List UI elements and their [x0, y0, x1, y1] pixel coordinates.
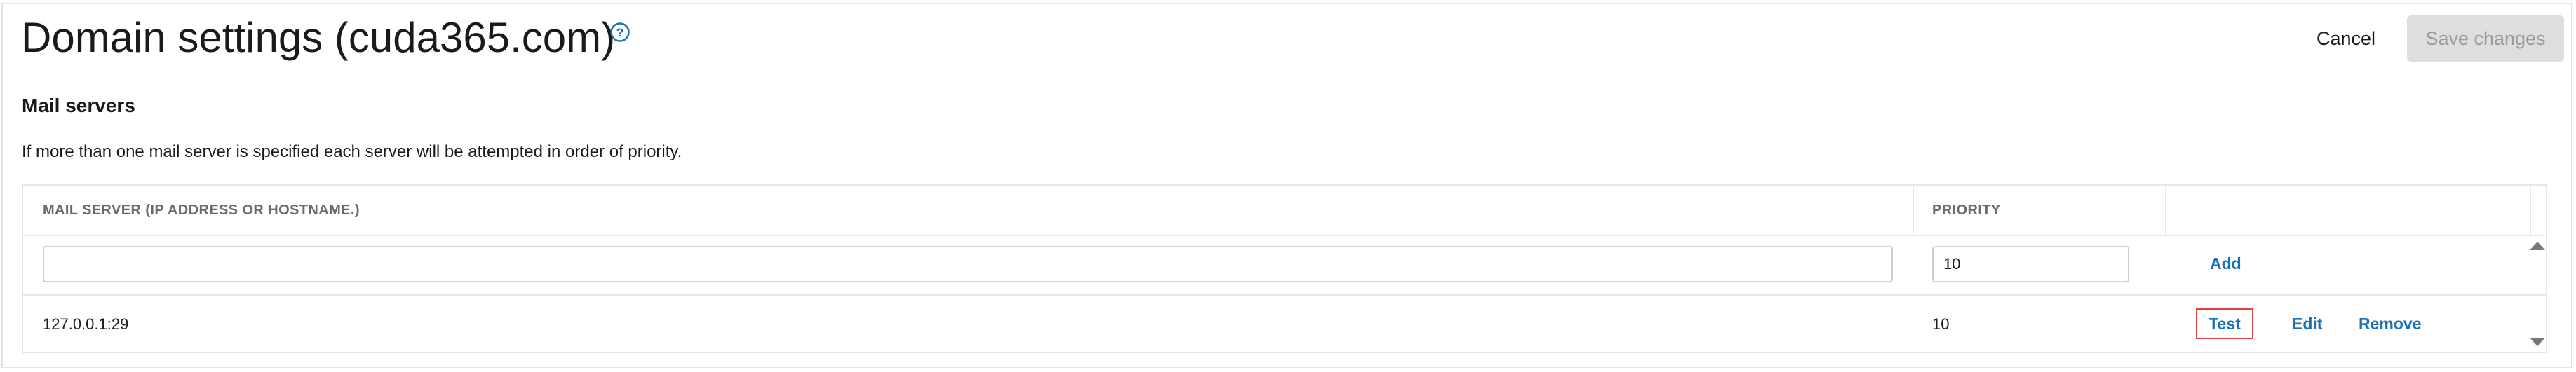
column-header-mail-server: MAIL SERVER (IP ADDRESS OR HOSTNAME.): [43, 202, 360, 218]
column-divider: [1913, 186, 1914, 235]
mail-server-input[interactable]: [43, 246, 1893, 282]
edit-button[interactable]: Edit: [2292, 315, 2322, 333]
add-button[interactable]: Add: [2210, 254, 2241, 273]
mail-servers-table: MAIL SERVER (IP ADDRESS OR HOSTNAME.) PR…: [22, 184, 2547, 353]
table-scrollbar[interactable]: [2530, 235, 2546, 353]
cancel-button[interactable]: Cancel: [2297, 21, 2395, 56]
help-circle-icon[interactable]: ?: [609, 22, 630, 43]
test-button[interactable]: Test: [2196, 308, 2253, 339]
scroll-up-arrow-icon[interactable]: [2530, 242, 2545, 250]
row-divider: [23, 235, 2546, 236]
svg-text:?: ?: [616, 26, 623, 39]
page-title: Domain settings (cuda365.com): [21, 14, 616, 61]
mail-servers-description: If more than one mail server is specifie…: [22, 142, 682, 161]
priority-cell: 10: [1932, 315, 1950, 333]
save-changes-button[interactable]: Save changes: [2407, 15, 2564, 62]
mail-servers-heading: Mail servers: [22, 95, 135, 116]
remove-button[interactable]: Remove: [2359, 315, 2421, 333]
column-divider: [2530, 186, 2531, 235]
scroll-down-arrow-icon[interactable]: [2530, 338, 2545, 346]
column-header-priority: PRIORITY: [1932, 202, 2001, 218]
column-divider: [2165, 186, 2166, 235]
row-divider: [23, 294, 2546, 296]
priority-input[interactable]: [1932, 246, 2129, 282]
mail-server-cell: 127.0.0.1:29: [43, 315, 129, 333]
